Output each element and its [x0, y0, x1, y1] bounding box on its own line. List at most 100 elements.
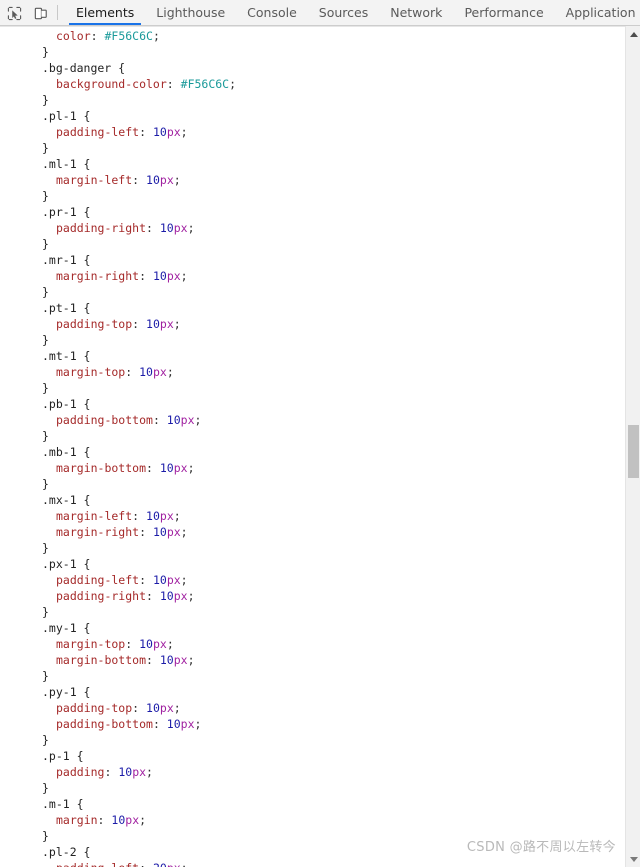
- device-toolbar-icon[interactable]: [27, 0, 53, 25]
- css-semicolon: ;: [187, 653, 195, 667]
- css-line: margin-bottom: 10px;: [0, 460, 236, 476]
- css-selector: .px-1 {: [42, 557, 91, 571]
- css-colon: :: [139, 269, 153, 283]
- tab-console[interactable]: Console: [236, 0, 308, 25]
- scrollbar-thumb[interactable]: [628, 425, 639, 478]
- css-numeric-value: 10: [139, 365, 153, 379]
- tab-elements[interactable]: Elements: [65, 0, 145, 25]
- css-line: margin-right: 10px;: [0, 524, 236, 540]
- css-semicolon: ;: [194, 413, 202, 427]
- scroll-down-arrow-icon[interactable]: [626, 851, 640, 867]
- inspect-element-icon[interactable]: [1, 0, 27, 25]
- css-line: margin-left: 10px;: [0, 172, 236, 188]
- css-property-name: margin-top: [56, 637, 126, 651]
- css-colon: :: [132, 701, 147, 715]
- css-closing-brace: }: [42, 781, 49, 795]
- css-numeric-value: 10: [152, 573, 167, 587]
- css-semicolon: ;: [180, 573, 188, 587]
- css-line: padding: 10px;: [0, 764, 236, 780]
- css-semicolon: ;: [173, 701, 181, 715]
- tab-label: Network: [390, 5, 443, 20]
- tab-application[interactable]: Application: [555, 0, 640, 25]
- css-selector: .p-1 {: [42, 749, 84, 763]
- css-property-name: padding-top: [56, 317, 133, 331]
- css-line: .p-1 {: [0, 748, 236, 764]
- tab-lighthouse[interactable]: Lighthouse: [145, 0, 236, 25]
- vertical-scrollbar[interactable]: [625, 26, 640, 867]
- tab-network[interactable]: Network: [379, 0, 453, 25]
- tab-label: Console: [247, 5, 297, 20]
- css-closing-brace: }: [42, 93, 49, 107]
- css-closing-brace: }: [42, 477, 49, 491]
- css-selector: .mx-1 {: [42, 493, 91, 507]
- css-selector: .mt-1 {: [42, 349, 91, 363]
- css-colon: :: [125, 365, 140, 379]
- css-selector: .bg-danger {: [42, 61, 126, 75]
- css-line: .pr-1 {: [0, 204, 236, 220]
- css-line: padding-bottom: 10px;: [0, 412, 236, 428]
- tab-label: Application: [565, 5, 636, 20]
- css-line: .ml-1 {: [0, 156, 236, 172]
- scroll-up-arrow-icon[interactable]: [626, 26, 640, 42]
- css-line: }: [0, 732, 236, 748]
- tab-sources[interactable]: Sources: [308, 0, 379, 25]
- css-closing-brace: }: [42, 333, 49, 347]
- css-line: margin-right: 10px;: [0, 268, 236, 284]
- css-closing-brace: }: [42, 189, 49, 203]
- css-unit: px: [159, 509, 174, 523]
- css-semicolon: ;: [180, 125, 188, 139]
- css-semicolon: ;: [187, 589, 195, 603]
- css-numeric-value: 20: [153, 861, 167, 867]
- css-property-name: margin-bottom: [56, 653, 147, 667]
- css-unit: px: [166, 573, 181, 587]
- css-colon: :: [132, 509, 147, 523]
- css-colon: :: [139, 525, 153, 539]
- css-closing-brace: }: [42, 669, 49, 683]
- css-line: }: [0, 44, 236, 60]
- tab-performance[interactable]: Performance: [453, 0, 554, 25]
- css-line: }: [0, 284, 236, 300]
- css-numeric-value: 10: [118, 765, 133, 779]
- css-semicolon: ;: [229, 77, 237, 91]
- css-unit: px: [152, 637, 167, 651]
- css-line: }: [0, 332, 236, 348]
- css-property-name: margin-left: [56, 173, 133, 187]
- css-line: margin: 10px;: [0, 812, 236, 828]
- devtools-toolbar: Elements Lighthouse Console Sources Netw…: [0, 0, 640, 26]
- css-line: .m-1 {: [0, 796, 236, 812]
- css-closing-brace: }: [42, 381, 49, 395]
- css-numeric-value: 10: [159, 653, 174, 667]
- css-line: .my-1 {: [0, 620, 236, 636]
- css-semicolon: ;: [166, 637, 174, 651]
- css-closing-brace: }: [42, 429, 49, 443]
- css-closing-brace: }: [42, 733, 49, 747]
- css-colon: :: [125, 637, 140, 651]
- css-semicolon: ;: [146, 765, 153, 779]
- css-selector: .ml-1 {: [42, 157, 91, 171]
- css-line: }: [0, 668, 236, 684]
- css-closing-brace: }: [42, 45, 49, 59]
- css-colon: :: [146, 589, 160, 603]
- devtools-tab-bar: Elements Lighthouse Console Sources Netw…: [65, 0, 640, 25]
- css-property-name: padding-right: [56, 221, 147, 235]
- styles-source-panel[interactable]: color: #F56C6C;} .bg-danger {background-c…: [0, 26, 640, 867]
- css-property-name: padding: [56, 765, 105, 779]
- css-closing-brace: }: [42, 285, 49, 299]
- css-numeric-value: 10: [166, 717, 181, 731]
- css-property-name: margin-left: [56, 509, 133, 523]
- css-line: .pl-1 {: [0, 108, 236, 124]
- css-line: background-color: #F56C6C;: [0, 76, 236, 92]
- css-semicolon: ;: [166, 365, 174, 379]
- tab-label: Elements: [76, 5, 135, 20]
- css-property-name: padding-left: [56, 125, 140, 139]
- css-line: }: [0, 780, 236, 796]
- css-line: .mt-1 {: [0, 348, 236, 364]
- css-semicolon: ;: [173, 317, 181, 331]
- css-semicolon: ;: [173, 173, 181, 187]
- css-line: }: [0, 476, 236, 492]
- css-semicolon: ;: [187, 221, 195, 235]
- toolbar-divider: [57, 5, 58, 20]
- css-property-name: margin-top: [56, 365, 126, 379]
- css-selector: .pt-1 {: [42, 301, 91, 315]
- css-color-value: #F56C6C: [104, 29, 153, 43]
